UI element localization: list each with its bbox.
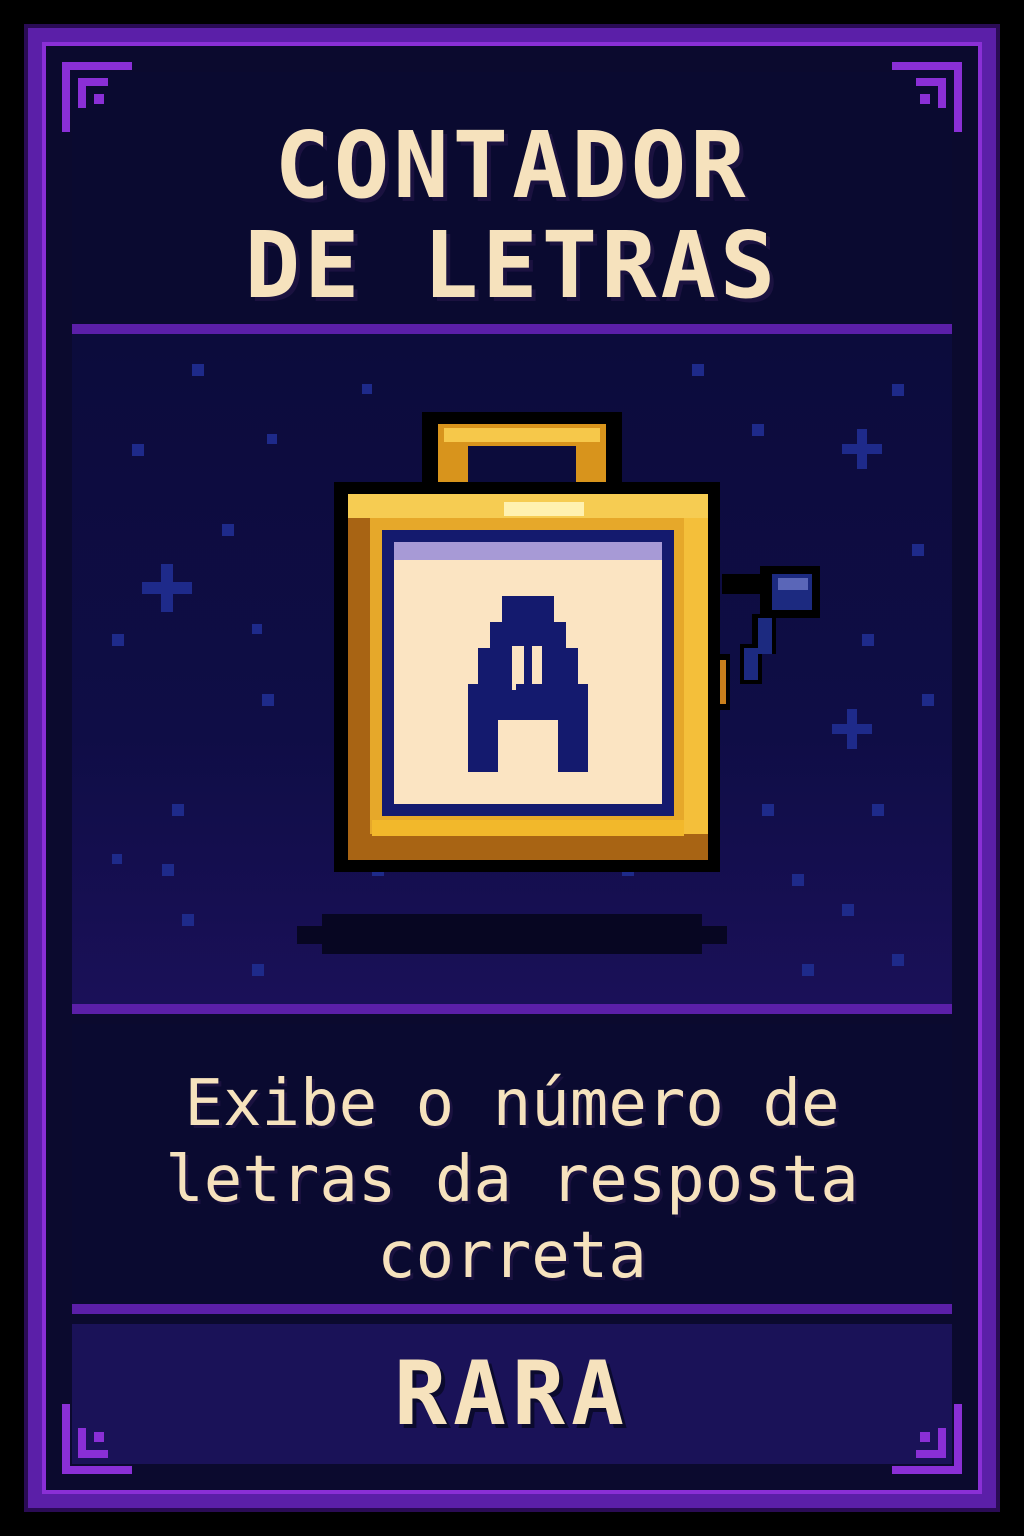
- item-art-panel: [72, 334, 952, 1014]
- description-panel: Exibe o número de letras da resposta cor…: [72, 1024, 952, 1314]
- item-shadow: [297, 914, 727, 954]
- rarity-panel: RARA: [72, 1324, 952, 1464]
- rarity-label: RARA: [394, 1342, 630, 1445]
- item-card[interactable]: CONTADOR DE LETRAS Exibe o número de let…: [28, 28, 996, 1508]
- corner-ornament-icon: [62, 62, 132, 132]
- card-title: CONTADOR DE LETRAS: [244, 112, 780, 319]
- letter-counter-device-icon: [334, 412, 820, 872]
- item-description: Exibe o número de letras da resposta cor…: [165, 1067, 859, 1293]
- corner-ornament-icon: [892, 1404, 962, 1474]
- corner-ornament-icon: [892, 62, 962, 132]
- title-panel: CONTADOR DE LETRAS: [72, 72, 952, 334]
- corner-ornament-icon: [62, 1404, 132, 1474]
- art-scene: [112, 364, 934, 976]
